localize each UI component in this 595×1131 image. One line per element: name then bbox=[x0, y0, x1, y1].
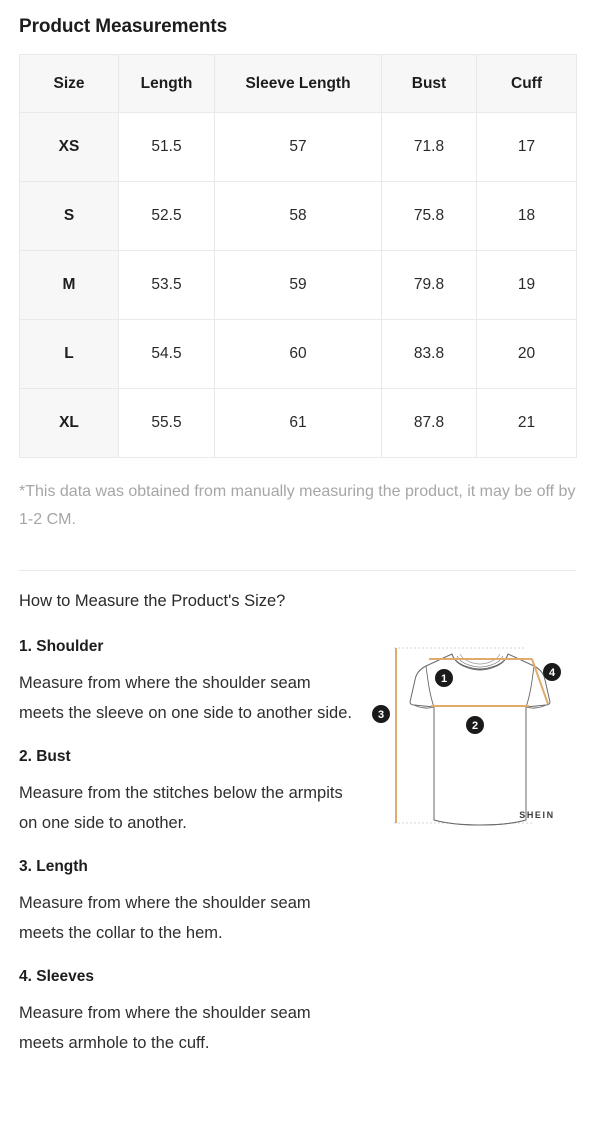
step-sleeves: 4. Sleeves Measure from where the should… bbox=[19, 968, 359, 1058]
table-row: XL 55.5 61 87.8 21 bbox=[19, 388, 577, 458]
product-measurements-table: Size Length Sleeve Length Bust Cuff XS 5… bbox=[19, 54, 577, 458]
table-header-row: Size Length Sleeve Length Bust Cuff bbox=[19, 54, 577, 113]
marker-3-length: 3 bbox=[372, 705, 390, 723]
cell-cuff: 18 bbox=[476, 181, 577, 251]
cell-cuff: 20 bbox=[476, 319, 577, 389]
table-row: S 52.5 58 75.8 18 bbox=[19, 181, 577, 251]
cell-sleeve-length: 58 bbox=[214, 181, 382, 251]
cell-bust: 71.8 bbox=[381, 112, 477, 182]
step-shoulder: 1. Shoulder Measure from where the shoul… bbox=[19, 638, 359, 728]
cell-length: 52.5 bbox=[118, 181, 215, 251]
step-body: Measure from the stitches below the armp… bbox=[19, 784, 343, 832]
cell-sleeve-length: 60 bbox=[214, 319, 382, 389]
cell-size: L bbox=[19, 319, 119, 389]
size-guide-page: Product Measurements Size Length Sleeve … bbox=[0, 0, 595, 1131]
step-length: 3. Length Measure from where the shoulde… bbox=[19, 858, 359, 948]
section-divider bbox=[19, 570, 576, 571]
step-title: 1. Shoulder bbox=[19, 638, 104, 655]
step-title: 4. Sleeves bbox=[19, 968, 94, 985]
step-body: Measure from where the shoulder seam mee… bbox=[19, 674, 352, 722]
column-header-sleeve-length: Sleeve Length bbox=[214, 54, 382, 113]
measurement-disclaimer: *This data was obtained from manually me… bbox=[19, 483, 576, 528]
cell-sleeve-length: 61 bbox=[214, 388, 382, 458]
how-to-measure-title: How to Measure the Product's Size? bbox=[19, 592, 286, 610]
table-row: L 54.5 60 83.8 20 bbox=[19, 319, 577, 389]
cell-size: S bbox=[19, 181, 119, 251]
step-bust: 2. Bust Measure from the stitches below … bbox=[19, 748, 359, 838]
shein-brand-watermark: SHEIN bbox=[519, 810, 555, 820]
step-title: 2. Bust bbox=[19, 748, 71, 765]
cell-size: XL bbox=[19, 388, 119, 458]
cell-cuff: 17 bbox=[476, 112, 577, 182]
column-header-cuff: Cuff bbox=[476, 54, 577, 113]
cell-size: M bbox=[19, 250, 119, 320]
column-header-size: Size bbox=[19, 54, 119, 113]
table-row: M 53.5 59 79.8 19 bbox=[19, 250, 577, 320]
cell-length: 53.5 bbox=[118, 250, 215, 320]
marker-2-label: 2 bbox=[472, 720, 478, 732]
cell-length: 51.5 bbox=[118, 112, 215, 182]
column-header-length: Length bbox=[118, 54, 215, 113]
step-body: Measure from where the shoulder seam mee… bbox=[19, 1004, 311, 1052]
marker-3-label: 3 bbox=[378, 709, 384, 721]
cell-size: XS bbox=[19, 112, 119, 182]
step-title: 3. Length bbox=[19, 858, 88, 875]
page-title: Product Measurements bbox=[19, 16, 228, 37]
how-to-measure-steps: 1. Shoulder Measure from where the shoul… bbox=[19, 638, 359, 1058]
tshirt-outline bbox=[409, 653, 551, 826]
cell-length: 54.5 bbox=[118, 319, 215, 389]
marker-4-label: 4 bbox=[549, 667, 556, 679]
cell-bust: 75.8 bbox=[381, 181, 477, 251]
tshirt-measurement-diagram: 1 2 3 4 SHEIN bbox=[372, 634, 584, 839]
cell-bust: 79.8 bbox=[381, 250, 477, 320]
cell-sleeve-length: 57 bbox=[214, 112, 382, 182]
marker-2-bust: 2 bbox=[466, 716, 484, 734]
step-body: Measure from where the shoulder seam mee… bbox=[19, 894, 311, 942]
cell-bust: 87.8 bbox=[381, 388, 477, 458]
cell-bust: 83.8 bbox=[381, 319, 477, 389]
cell-cuff: 19 bbox=[476, 250, 577, 320]
marker-1-label: 1 bbox=[441, 673, 447, 685]
cell-cuff: 21 bbox=[476, 388, 577, 458]
marker-1-shoulder: 1 bbox=[435, 669, 453, 687]
table-row: XS 51.5 57 71.8 17 bbox=[19, 112, 577, 182]
marker-4-sleeves: 4 bbox=[543, 663, 561, 681]
cell-length: 55.5 bbox=[118, 388, 215, 458]
column-header-bust: Bust bbox=[381, 54, 477, 113]
cell-sleeve-length: 59 bbox=[214, 250, 382, 320]
